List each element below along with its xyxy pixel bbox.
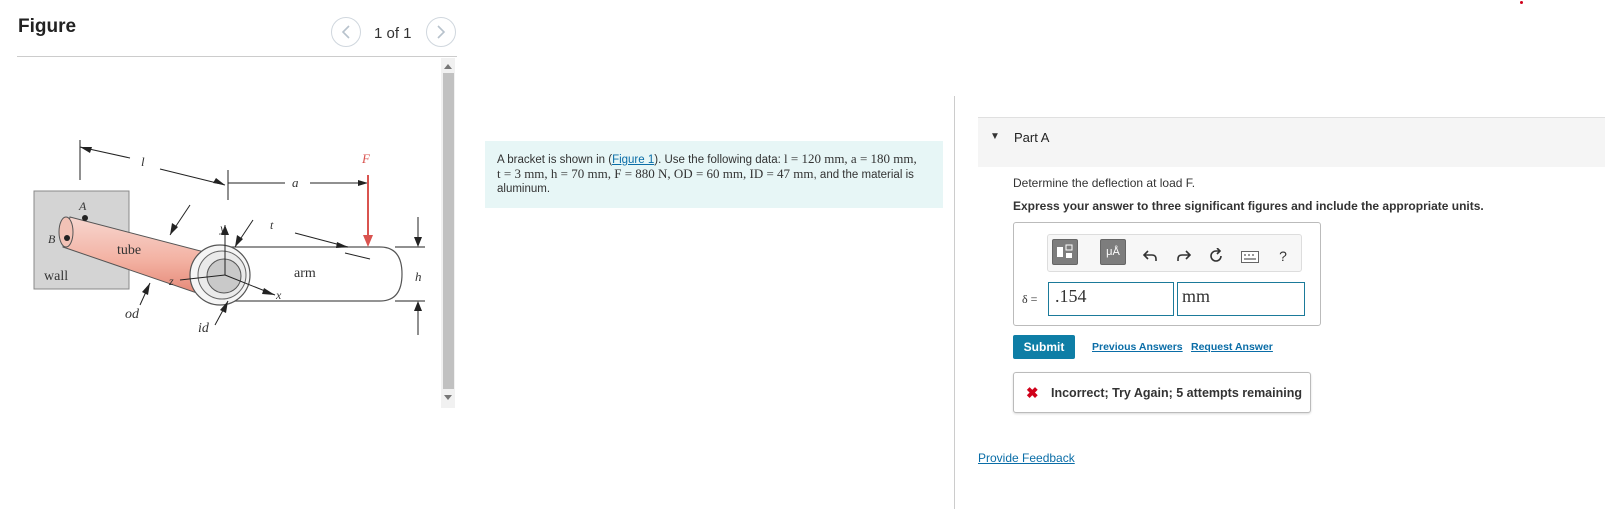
part-a-header[interactable] <box>978 117 1605 167</box>
value-input[interactable]: .154 <box>1048 282 1174 316</box>
previous-answers-link[interactable]: Previous Answers <box>1092 341 1183 353</box>
undo-icon[interactable] <box>1141 247 1159 265</box>
label-id: id <box>198 321 210 336</box>
templates-icon <box>1057 244 1073 258</box>
help-icon[interactable]: ? <box>1274 247 1292 265</box>
bracket-figure: l a F A B wall tube y t arm h z x od id <box>33 140 425 336</box>
units-button[interactable]: μÅ <box>1100 239 1126 265</box>
label-B: B <box>48 232 56 246</box>
label-t: t <box>270 218 274 232</box>
chevron-left-icon <box>341 25 350 39</box>
label-y: y <box>219 221 226 235</box>
label-l: l <box>141 154 145 169</box>
label-h: h <box>415 269 422 284</box>
keyboard-icon[interactable] <box>1240 248 1260 266</box>
figure-scrollbar-thumb[interactable] <box>443 73 454 389</box>
column-divider <box>954 96 955 509</box>
problem-after-link: ). Use the following data: <box>654 154 785 166</box>
incorrect-x-icon: ✖ <box>1026 385 1039 402</box>
scroll-down-arrow-icon[interactable] <box>441 391 455 405</box>
problem-intro: A bracket is shown in ( <box>497 154 613 166</box>
unit-input[interactable]: mm <box>1177 282 1305 316</box>
figure-1-link[interactable]: Figure 1 <box>612 154 654 166</box>
request-answer-link[interactable]: Request Answer <box>1191 341 1273 353</box>
chevron-right-icon <box>437 25 446 39</box>
reset-icon[interactable] <box>1207 247 1225 265</box>
provide-feedback-link[interactable]: Provide Feedback <box>978 451 1075 465</box>
question-text: Determine the deflection at load F. <box>1013 176 1196 190</box>
label-A: A <box>78 199 87 213</box>
feedback-text: Incorrect; Try Again; 5 attempts remaini… <box>1051 386 1302 400</box>
label-od: od <box>125 307 140 322</box>
problem-data-line-1: l = 120 mm, a = 180 mm, <box>784 151 917 166</box>
figure-pager-text: 1 of 1 <box>374 25 412 42</box>
submit-button[interactable]: Submit <box>1013 335 1075 359</box>
label-z: z <box>168 274 174 288</box>
redo-icon[interactable] <box>1175 247 1193 265</box>
templates-button[interactable] <box>1052 239 1078 265</box>
previous-figure-button[interactable] <box>331 17 361 47</box>
next-figure-button[interactable] <box>426 17 456 47</box>
label-x: x <box>275 288 282 302</box>
collapse-caret-icon[interactable]: ▼ <box>990 131 1000 142</box>
label-F: F <box>361 151 371 166</box>
notification-dot <box>1520 1 1523 4</box>
problem-statement: A bracket is shown in (Figure 1). Use th… <box>485 141 943 208</box>
part-a-title: Part A <box>1014 130 1050 145</box>
problem-data-line-2: t = 3 mm, h = 70 mm, F = 880 N, OD = 60 … <box>497 166 814 181</box>
figure-divider <box>17 56 457 57</box>
delta-variable-label: δ = <box>1022 292 1038 306</box>
instruction-text: Express your answer to three significant… <box>1013 199 1484 213</box>
label-tube: tube <box>117 243 141 258</box>
label-arm: arm <box>294 266 316 281</box>
label-wall: wall <box>44 269 68 284</box>
scroll-up-arrow-icon[interactable] <box>441 59 455 73</box>
label-a: a <box>292 175 299 190</box>
figure-title: Figure <box>18 16 77 37</box>
